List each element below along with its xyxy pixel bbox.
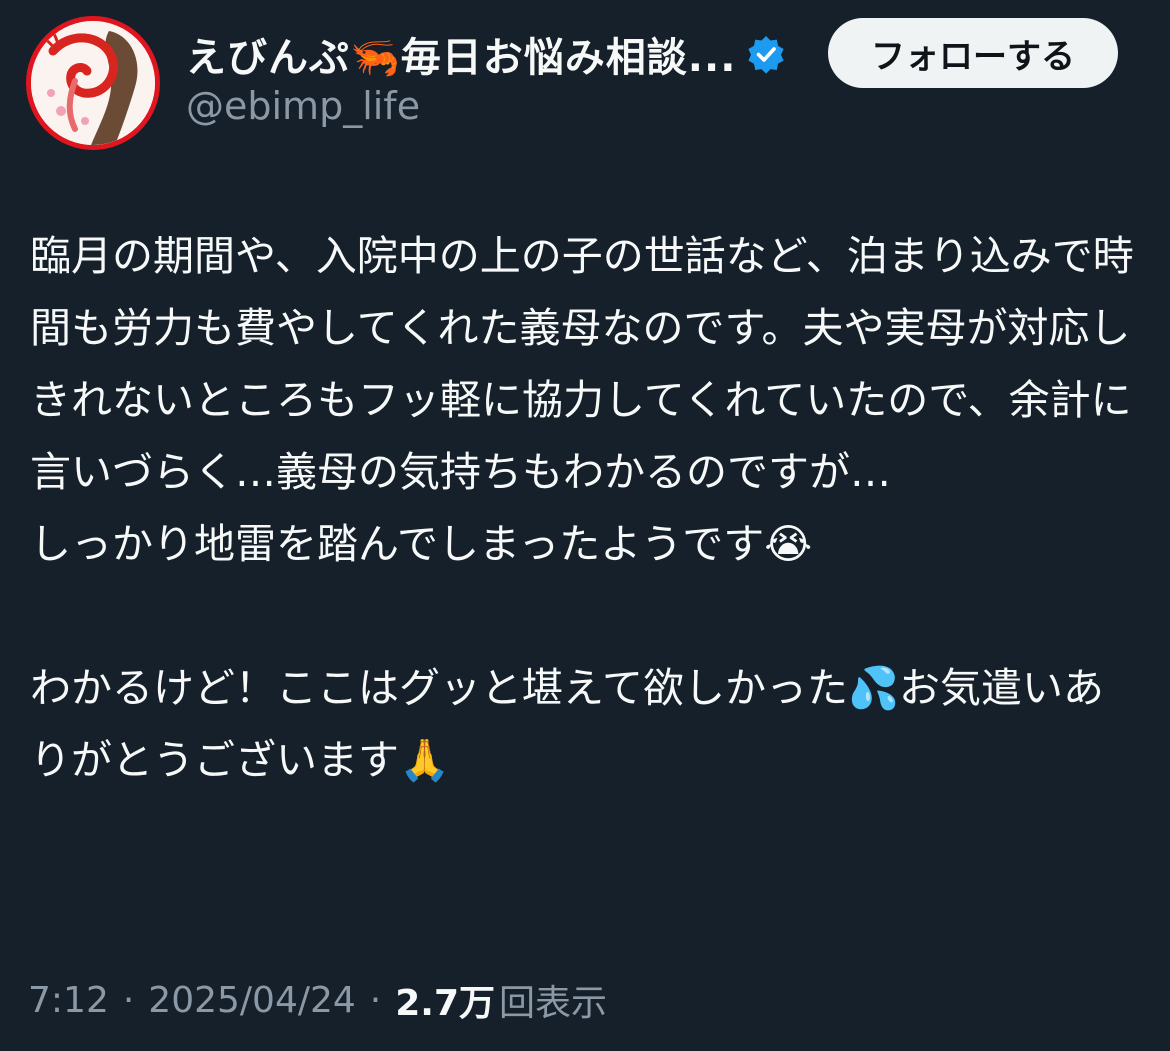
tweet-paragraph: しっかり地雷を踏んでしまったようです😭 [30,520,813,568]
tweet-header: えびんぷ🦐毎日お悩み相談... @ebimp_life フォローする [0,0,1170,160]
avatar[interactable] [26,16,160,150]
tweet-text: 臨月の期間や、入院中の上の子の世話など、泊まり込みで時間も労力も費やしてくれた義… [30,220,1140,796]
tweet-paragraph: 臨月の期間や、入院中の上の子の世話など、泊まり込みで時間も労力も費やしてくれた義… [30,232,1134,496]
meta-separator: · [369,979,382,1021]
tweet-date[interactable]: 2025/04/24 [148,980,356,1021]
author-name-row[interactable]: えびんぷ🦐毎日お悩み相談... [186,24,786,84]
meta-separator: · [122,979,135,1021]
author-display-name[interactable]: えびんぷ🦐毎日お悩み相談... [186,25,736,83]
views-label[interactable]: 回表示 [499,974,607,1026]
tweet-meta: 7:12 · 2025/04/24 · 2.7万 回表示 [28,972,607,1028]
tweet-time[interactable]: 7:12 [28,980,109,1021]
shrimp-avatar-icon [31,21,155,145]
author-handle[interactable]: @ebimp_life [186,84,420,128]
tweet-paragraph-spacer [30,580,1140,652]
follow-button[interactable]: フォローする [828,18,1118,88]
views-count[interactable]: 2.7万 [395,974,495,1026]
tweet-paragraph: わかるけど！ここはグッと堪えて欲しかった💦お気遣いありがとうございます🙏 [30,664,1104,784]
verified-badge-icon [746,34,786,74]
